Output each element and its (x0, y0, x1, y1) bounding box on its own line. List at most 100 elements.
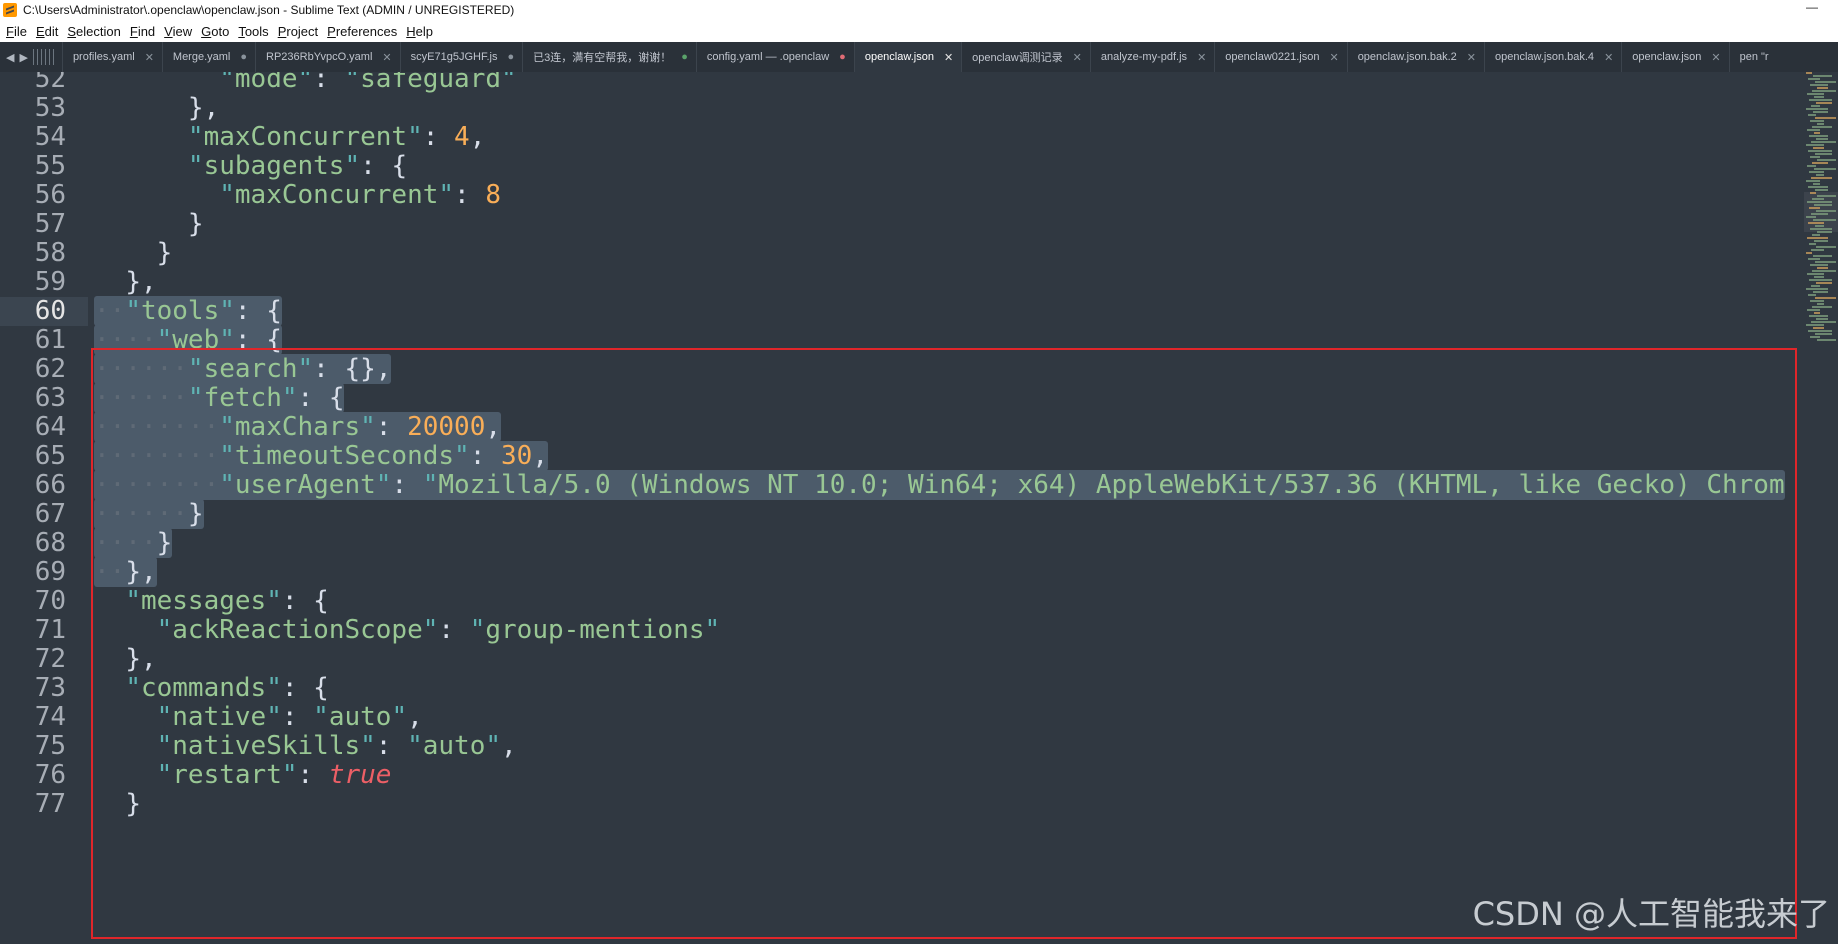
menu-tools[interactable]: Tools (238, 24, 268, 39)
menu-preferences[interactable]: Preferences (327, 24, 397, 39)
minimap-line (1816, 282, 1832, 284)
tab-modified-dot-icon[interactable]: ● (681, 51, 688, 63)
code-line[interactable]: 58 } (0, 239, 1804, 268)
code-line[interactable]: 72 }, (0, 645, 1804, 674)
code-line[interactable]: 75 "nativeSkills": "auto", (0, 732, 1804, 761)
code-editor[interactable]: 52 "mode": "safeguard" 53 }, 54 "maxConcur… (0, 72, 1838, 944)
code-line[interactable]: 59 }, (0, 268, 1804, 297)
tab[interactable]: openclaw0221.json ✕ (1214, 42, 1346, 72)
code-line[interactable]: 63 ······"fetch": { (0, 383, 1804, 413)
minimap-line (1807, 273, 1824, 275)
code-line[interactable]: 71 "ackReactionScope": "group-mentions" (0, 616, 1804, 645)
menu-selection[interactable]: Selection (67, 24, 120, 39)
code-text: ········"timeoutSeconds": 30, (94, 441, 548, 471)
code-line[interactable]: 62 ······"search": {}, (0, 354, 1804, 384)
menu-edit[interactable]: Edit (36, 24, 58, 39)
tab-close-icon[interactable]: ✕ (1711, 51, 1720, 64)
code-line[interactable]: 56 "maxConcurrent": 8 (0, 181, 1804, 210)
tab-close-icon[interactable]: ✕ (1073, 51, 1082, 64)
tab-close-icon[interactable]: ✕ (1329, 51, 1338, 64)
tab-label: 已3连，满有空帮我，谢谢！ (533, 52, 672, 64)
minimap-line (1817, 339, 1836, 341)
line-number: 59 (34, 267, 66, 297)
line-number: 76 (34, 760, 66, 790)
tab-modified-dot-icon[interactable]: ● (839, 51, 846, 63)
tab-modified-dot-icon[interactable]: ● (507, 51, 514, 63)
sublime-logo-icon (3, 3, 17, 17)
minimap-line (1816, 318, 1828, 320)
code-line[interactable]: 76 "restart": true (0, 761, 1804, 790)
code-text: "nativeSkills": "auto", (156, 731, 517, 761)
code-line[interactable]: 66 ········"userAgent": "Mozilla/5.0 (Win… (0, 470, 1804, 500)
menu-goto[interactable]: Goto (201, 24, 229, 39)
minimap-line (1814, 168, 1836, 170)
code-line[interactable]: 77 } (0, 790, 1804, 819)
tab-modified-dot-icon[interactable]: ● (240, 51, 247, 63)
tab[interactable]: analyze-my-pdf.js ✕ (1089, 42, 1214, 72)
code-line[interactable]: 53 }, (0, 94, 1804, 123)
code-line[interactable]: 74 "native": "auto", (0, 703, 1804, 732)
minimap-line (1807, 165, 1816, 167)
minimap-line (1810, 336, 1820, 338)
tab[interactable]: openclaw.json.bak.2 ✕ (1346, 42, 1484, 72)
tab-label: openclaw调测记录 (972, 52, 1063, 64)
tab-scroll-left-icon[interactable]: ◀ (6, 51, 14, 64)
tab-close-icon[interactable]: ✕ (944, 51, 953, 64)
minimap-line (1813, 111, 1828, 113)
code-text: "ackReactionScope": "group-mentions" (156, 615, 721, 645)
minimap-line (1808, 222, 1824, 224)
minimap[interactable] (1804, 72, 1838, 372)
line-number: 62 (34, 354, 66, 384)
code-line[interactable]: 67 ······} (0, 499, 1804, 529)
tab[interactable]: openclaw.json.bak.4 ✕ (1483, 42, 1621, 72)
menu-find[interactable]: Find (130, 24, 155, 39)
code-line[interactable]: 60 ··"tools": { (0, 296, 1804, 326)
tab-close-icon[interactable]: ✕ (145, 51, 154, 64)
tab-label: Merge.yaml (172, 51, 231, 63)
menu-view[interactable]: View (164, 24, 192, 39)
minimap-line (1811, 105, 1820, 107)
code-line[interactable]: 70 "messages": { (0, 587, 1804, 616)
tab-scroll-right-icon[interactable]: ▶ (19, 51, 27, 64)
tab[interactable]: openclaw调测记录 ✕ (961, 42, 1090, 72)
code-line[interactable]: 65 ········"timeoutSeconds": 30, (0, 441, 1804, 471)
tab-close-icon[interactable]: ✕ (1467, 51, 1476, 64)
tab-close-icon[interactable]: ✕ (382, 51, 391, 64)
menu-project[interactable]: Project (278, 24, 318, 39)
minimap-line (1806, 324, 1824, 326)
tab[interactable]: RP236RbYvpcO.yaml ✕ (255, 42, 400, 72)
tab-label: openclaw.json (864, 51, 934, 63)
code-text: "mode": "safeguard" (219, 72, 517, 94)
code-line[interactable]: 54 "maxConcurrent": 4, (0, 123, 1804, 152)
code-text: } (125, 789, 141, 819)
tab[interactable]: profiles.yaml ✕ (61, 42, 162, 72)
minimap-line (1817, 195, 1836, 197)
tab[interactable]: scyE71g5JGHF.js ● (399, 42, 522, 72)
line-number: 64 (34, 412, 66, 442)
code-line[interactable]: 64 ········"maxChars": 20000, (0, 412, 1804, 442)
menu-help[interactable]: Help (406, 24, 433, 39)
code-line[interactable]: 57 } (0, 210, 1804, 239)
tab-label: RP236RbYvpcO.yaml (266, 51, 373, 63)
code-line[interactable]: 52 "mode": "safeguard" (0, 72, 1804, 94)
tab-close-icon[interactable]: ✕ (1604, 51, 1613, 64)
tab[interactable]: config.yaml — .openclaw ● (695, 42, 854, 72)
line-number: 67 (34, 499, 66, 529)
code-line[interactable]: 61 ····"web": { (0, 325, 1804, 355)
tab-active[interactable]: openclaw.json ✕ (853, 42, 962, 72)
minimap-line (1812, 306, 1832, 308)
code-line[interactable]: 55 "subagents": { (0, 152, 1804, 181)
minimize-button[interactable]: — (1804, 1, 1820, 16)
minimap-line (1812, 126, 1832, 128)
tab-close-icon[interactable]: ✕ (1197, 51, 1206, 64)
line-number: 74 (34, 702, 66, 732)
tab[interactable]: 已3连，满有空帮我，谢谢！ ● (522, 42, 696, 72)
code-line[interactable]: 68 ····} (0, 528, 1804, 558)
menu-file[interactable]: File (6, 24, 27, 39)
minimap-line (1816, 138, 1828, 140)
tab[interactable]: openclaw.json ✕ (1621, 42, 1728, 72)
code-line[interactable]: 69 ··}, (0, 557, 1804, 587)
code-line[interactable]: 73 "commands": { (0, 674, 1804, 703)
tab[interactable]: Merge.yaml ● (161, 42, 255, 72)
tab[interactable]: pen "r (1728, 42, 1777, 72)
